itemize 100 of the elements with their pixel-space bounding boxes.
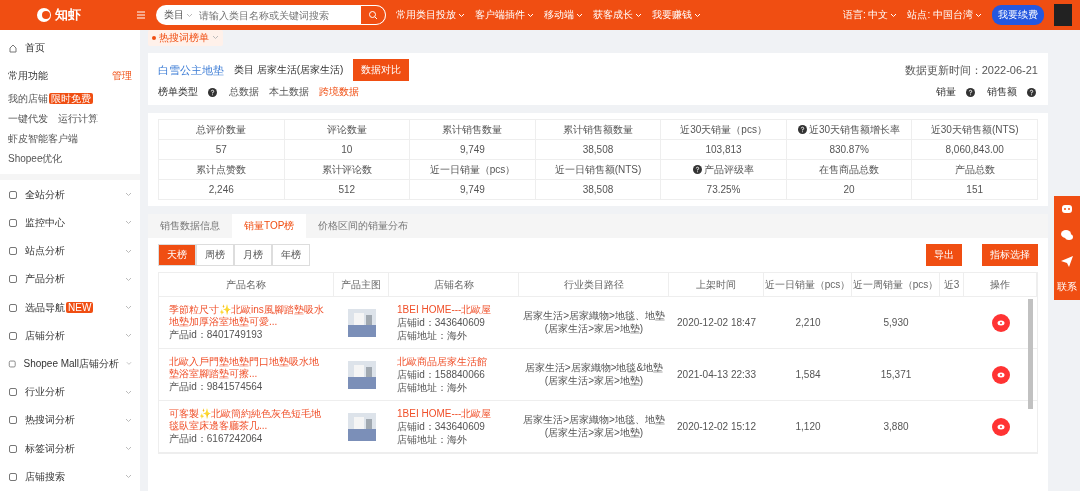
sidebar-item[interactable]: 站点分析	[0, 236, 140, 266]
stat-label: 累计评论数	[321, 162, 372, 177]
nav-link[interactable]: 常用类目投放	[396, 8, 465, 22]
stat-value: 38,508	[582, 184, 614, 195]
chevron-down-icon	[635, 12, 642, 18]
help-icon	[208, 87, 217, 97]
sidebar-item[interactable]: 行业分析	[0, 378, 140, 407]
category-select[interactable]: 类目	[156, 8, 197, 22]
chevron-down-icon	[212, 35, 219, 40]
product-name-link[interactable]: 季節粒尺寸✨北歐ins風腳踏墊吸水地墊加厚浴室地墊可愛...	[169, 304, 328, 328]
chevron-down-icon	[458, 12, 465, 18]
chevron-down-icon	[576, 12, 583, 18]
view-button[interactable]	[991, 313, 1010, 332]
site-select[interactable]: 站点: 中国台湾	[907, 8, 982, 22]
chat-icon[interactable]	[1060, 228, 1074, 242]
product-name-link[interactable]: 北歐入戶門墊地墊門口地墊吸水地墊浴室腳踏墊可擦...	[169, 356, 328, 380]
stat-value: 830.87%	[829, 144, 869, 155]
chevron-down-icon	[125, 474, 132, 480]
sidebar-item[interactable]: 首页	[0, 34, 140, 63]
table-cell: 1,584	[795, 368, 821, 381]
shortcut-link[interactable]: 一键代发	[8, 112, 48, 127]
search-button[interactable]	[360, 5, 386, 25]
eye-icon	[996, 423, 1005, 430]
stat-label: 总评价数量	[196, 122, 247, 137]
renew-button[interactable]: 我要续费	[992, 5, 1044, 25]
menu-item-icon	[8, 415, 18, 426]
shortcut-link[interactable]: 虾皮智能客户端	[8, 132, 78, 147]
menu-icon[interactable]	[136, 10, 146, 20]
dot-icon	[152, 35, 156, 40]
nav-link[interactable]: 获客成长	[593, 8, 642, 22]
send-icon[interactable]	[1060, 254, 1074, 268]
search-icon	[368, 10, 378, 20]
chevron-down-icon	[125, 305, 132, 310]
shortcut-link[interactable]: 运行计算	[58, 112, 98, 127]
sidebar-item[interactable]: 全站分析	[0, 180, 140, 209]
menu-item-icon	[8, 189, 18, 200]
product-id: 产品id：6167242064	[169, 433, 263, 445]
table-cell: 2020-12-02 18:47	[677, 316, 756, 329]
source-option[interactable]: 跨境数据	[319, 85, 359, 99]
period-button[interactable]: 月榜	[234, 244, 272, 266]
shop-name-link[interactable]: 1BEI HOME---北歐屋	[397, 407, 492, 420]
sort-option[interactable]: 销售额	[987, 85, 1017, 99]
category-path-sub: (居家生活>家居>地墊)	[544, 375, 644, 387]
source-option[interactable]: 总数据	[229, 85, 259, 99]
stat-value: 9,749	[459, 144, 485, 155]
logo-text: 知虾	[55, 6, 81, 24]
sidebar-item[interactable]: 标签词分析	[0, 434, 140, 463]
shop-address: 店铺地址：海外	[397, 329, 467, 342]
contact-link[interactable]: 联系	[1057, 280, 1077, 294]
home-icon	[8, 43, 18, 54]
shop-id: 店铺id：343640609	[397, 316, 485, 329]
column-header: 操作	[964, 273, 1037, 297]
manage-link[interactable]: 管理	[112, 69, 132, 84]
scrollbar[interactable]	[1028, 299, 1033, 409]
stat-value: 151	[966, 184, 984, 195]
stat-value: 103,813	[705, 144, 742, 155]
compare-button[interactable]: 数据对比	[353, 59, 410, 81]
sidebar-item[interactable]: Shopee Mall店铺分析	[0, 349, 140, 379]
period-button[interactable]: 周榜	[196, 244, 234, 266]
sidebar-item[interactable]: 监控中心	[0, 208, 140, 237]
menu-item-icon	[8, 471, 18, 482]
nav-link[interactable]: 我要赚钱	[652, 8, 701, 22]
chevron-down-icon	[890, 12, 898, 18]
table-cell: 2,210	[795, 316, 821, 329]
period-button[interactable]: 年榜	[272, 244, 310, 266]
robot-icon[interactable]	[1060, 202, 1074, 216]
metrics-button[interactable]: 指标选择	[982, 244, 1038, 266]
sidebar-item[interactable]: 店铺分析	[0, 321, 140, 350]
tab[interactable]: 销量TOP榜	[232, 214, 307, 238]
language-select[interactable]: 语言: 中文	[842, 8, 898, 22]
export-button[interactable]: 导出	[926, 244, 962, 266]
chevron-down-icon	[186, 12, 193, 18]
tab[interactable]: 销售数据信息	[148, 214, 232, 238]
view-button[interactable]	[991, 417, 1010, 436]
table-cell: 2020-12-02 15:12	[677, 420, 756, 433]
nav-link[interactable]: 移动端	[544, 8, 583, 22]
sidebar-item[interactable]: 选品导航 NEW	[0, 293, 140, 322]
stat-value: 73.25%	[706, 184, 741, 195]
source-option[interactable]: 本土数据	[269, 85, 309, 99]
shop-name-link[interactable]: 1BEI HOME---北歐屋	[397, 303, 492, 316]
product-name-link[interactable]: 可客製✨北歐簡約純色灰色短毛地毯臥室床邊客廳茶几...	[169, 408, 328, 432]
sidebar-item[interactable]: 产品分析	[0, 265, 140, 294]
tab[interactable]: 价格区间的销量分布	[306, 214, 421, 238]
sidebar-item[interactable]: 热搜词分析	[0, 406, 140, 435]
section-title: 常用功能	[8, 69, 48, 84]
view-button[interactable]	[991, 365, 1010, 384]
shop-name-link[interactable]: 北歐商品居家生活館	[397, 355, 487, 368]
shortcut-link[interactable]: 我的店铺 限时免费	[8, 92, 93, 107]
stat-label: 累计点赞数	[196, 162, 247, 177]
shortcut-link[interactable]: Shopee优化	[8, 152, 63, 167]
period-button[interactable]: 天榜	[158, 244, 196, 266]
menu-item-icon	[8, 359, 17, 369]
stat-label: 产品评级率	[704, 162, 755, 177]
sort-option[interactable]: 销量	[936, 85, 956, 99]
sidebar-item[interactable]: 店铺搜索	[0, 462, 140, 491]
nav-link[interactable]: 客户端插件	[475, 8, 534, 22]
column-header: 上架时间	[669, 273, 764, 297]
search-field[interactable]: 类目 请输入类目名称或关键词搜索	[156, 5, 386, 25]
update-time: 数据更新时间：2022-06-21	[904, 62, 1038, 78]
keyword-link[interactable]: 白雪公主地垫	[158, 62, 224, 78]
